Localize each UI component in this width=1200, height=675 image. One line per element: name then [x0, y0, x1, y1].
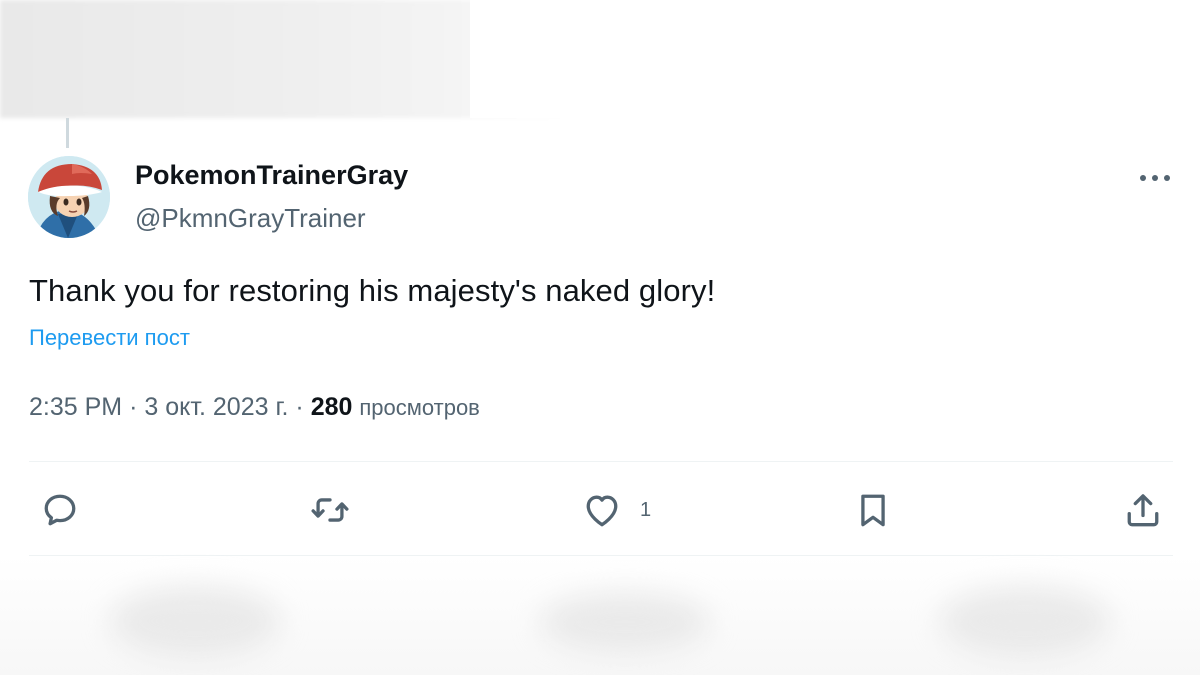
share-button[interactable]	[1121, 487, 1165, 533]
avatar[interactable]	[28, 156, 110, 238]
avatar-image	[28, 156, 110, 238]
retweet-icon	[311, 498, 349, 522]
tweet-page: PokemonTrainerGray @PkmnGrayTrainer Than…	[0, 0, 1200, 675]
more-options-icon[interactable]	[1133, 163, 1177, 193]
blur-mask	[470, 0, 1200, 118]
bookmark-button[interactable]	[851, 487, 895, 533]
blur-blob	[540, 592, 710, 652]
tweet-date[interactable]: 3 окт. 2023 г.	[144, 393, 288, 421]
bookmark-icon	[861, 494, 885, 527]
user-handle[interactable]: @PkmnGrayTrainer	[135, 203, 366, 234]
blur-blob	[110, 586, 280, 656]
like-icon	[586, 495, 618, 527]
like-button[interactable]: 1	[580, 487, 651, 533]
blurred-next-content	[0, 556, 1200, 675]
blur-blob	[940, 586, 1110, 656]
thread-connector-line	[66, 118, 69, 148]
views-count[interactable]: 280	[311, 393, 353, 421]
views-label: просмотров	[359, 395, 480, 420]
tweet-text: Thank you for restoring his majesty's na…	[29, 273, 716, 308]
display-name[interactable]: PokemonTrainerGray	[135, 160, 408, 191]
meta-separator: ·	[129, 393, 138, 421]
reply-icon	[44, 494, 76, 526]
meta-separator: ·	[295, 393, 304, 421]
retweet-button[interactable]	[308, 487, 352, 533]
tweet-time[interactable]: 2:35 PM	[29, 393, 122, 421]
divider	[29, 461, 1173, 462]
like-count: 1	[640, 498, 652, 521]
tweet-metadata: 2:35 PM · 3 окт. 2023 г. · 280 просмотро…	[29, 393, 480, 422]
reply-button[interactable]	[38, 487, 82, 533]
translate-post-link[interactable]: Перевести пост	[29, 325, 190, 351]
share-icon	[1127, 494, 1159, 527]
